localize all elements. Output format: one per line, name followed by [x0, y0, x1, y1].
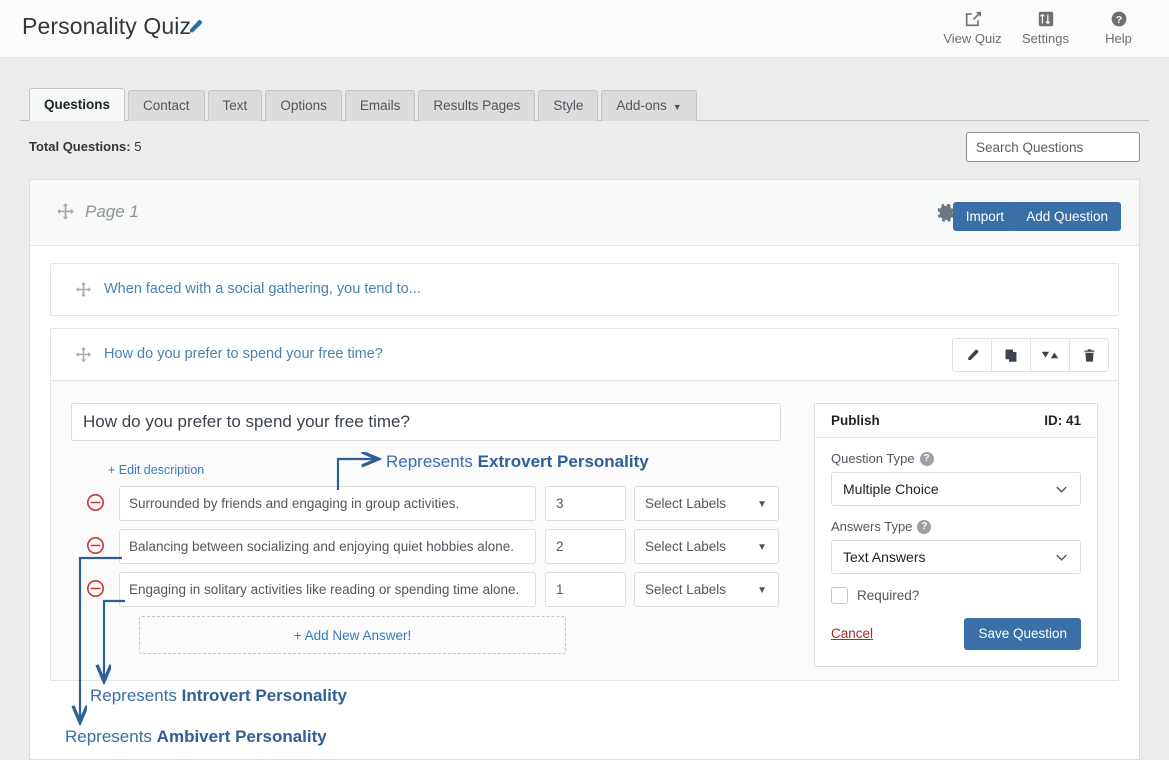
svg-text:?: ?	[1115, 15, 1121, 26]
total-questions-label: Total Questions:	[29, 139, 131, 154]
tab-add-ons[interactable]: Add-ons ▼	[601, 90, 696, 121]
question-row[interactable]: How do you prefer to spend your free tim…	[50, 328, 1119, 381]
total-questions: Total Questions: 5	[29, 139, 141, 154]
answer-text-input[interactable]	[119, 572, 536, 607]
answer-labels-select[interactable]: Select Labels ▼	[634, 486, 779, 521]
minus-circle-icon[interactable]	[86, 579, 105, 598]
answers-type-select[interactable]: Text Answers	[831, 540, 1081, 574]
question-editor: + Edit description Select Labels ▼	[50, 381, 1119, 681]
answer-labels-value: Select Labels	[645, 582, 726, 597]
tab-results-pages[interactable]: Results Pages	[418, 90, 535, 121]
cancel-link[interactable]: Cancel	[831, 626, 873, 641]
publish-body: Question Type ? Multiple Choice Answers …	[815, 438, 1097, 666]
top-bar: Personality Quiz View Quiz Settings	[0, 0, 1169, 58]
move-icon[interactable]	[74, 281, 93, 300]
tab-label: Text	[223, 99, 248, 113]
question-title[interactable]: When faced with a social gathering, you …	[104, 281, 421, 297]
top-nav-label: Help	[1105, 31, 1132, 46]
publish-header: Publish ID: 41	[815, 404, 1097, 438]
top-nav-help[interactable]: ? Help	[1082, 6, 1155, 46]
question-type-select[interactable]: Multiple Choice	[831, 472, 1081, 506]
total-questions-value: 5	[134, 139, 141, 154]
answer-points-input[interactable]	[545, 529, 626, 564]
chevron-down-icon: ▼	[757, 585, 767, 596]
question-circle-icon[interactable]: ?	[920, 452, 934, 466]
pencil-icon[interactable]	[186, 18, 204, 36]
page-header: Page 1 Import Add Question	[30, 180, 1139, 246]
tab-label: Options	[280, 99, 327, 113]
required-label: Required?	[857, 588, 919, 603]
duplicate-question-button[interactable]	[991, 338, 1031, 372]
question-row[interactable]: When faced with a social gathering, you …	[50, 263, 1119, 316]
tab-bar: Questions Contact Text Options Emails Re…	[29, 88, 697, 121]
add-question-button[interactable]: Add Question	[1013, 202, 1121, 231]
sliders-icon	[1037, 10, 1055, 28]
answer-labels-select[interactable]: Select Labels ▼	[634, 572, 779, 607]
move-icon[interactable]	[55, 202, 76, 223]
delete-question-button[interactable]	[1069, 338, 1109, 372]
answer-text-input[interactable]	[119, 529, 536, 564]
tab-label: Emails	[360, 99, 401, 113]
tab-emails[interactable]: Emails	[345, 90, 416, 121]
move-icon[interactable]	[74, 346, 93, 365]
reorder-question-button[interactable]	[1030, 338, 1070, 372]
top-nav-label: View Quiz	[943, 31, 1001, 46]
chevron-down-icon: ▼	[757, 499, 767, 510]
answers-type-label: Answers Type ?	[831, 519, 1081, 534]
answer-points-input[interactable]	[545, 572, 626, 607]
answers-type-value: Text Answers	[843, 549, 925, 565]
publish-title: Publish	[831, 413, 880, 428]
tab-questions[interactable]: Questions	[29, 88, 125, 121]
questions-card: Page 1 Import Add Question When faced wi…	[29, 179, 1140, 760]
tab-label: Questions	[44, 98, 110, 112]
answer-labels-value: Select Labels	[645, 496, 726, 511]
questions-list: When faced with a social gathering, you …	[30, 246, 1139, 681]
required-row: Required?	[831, 587, 1081, 604]
question-type-value: Multiple Choice	[843, 481, 939, 497]
question-circle-icon: ?	[1110, 10, 1128, 28]
page-label: Page 1	[85, 202, 139, 222]
chevron-down-icon: ▼	[673, 103, 682, 112]
question-type-label-text: Question Type	[831, 451, 915, 466]
tab-label: Results Pages	[433, 99, 520, 113]
tab-label: Style	[553, 99, 583, 113]
external-link-icon	[964, 10, 982, 28]
tab-style[interactable]: Style	[538, 90, 598, 121]
question-id: ID: 41	[1044, 413, 1081, 428]
top-nav-view-quiz[interactable]: View Quiz	[936, 6, 1009, 46]
minus-circle-icon[interactable]	[86, 493, 105, 512]
answer-points-input[interactable]	[545, 486, 626, 521]
answers-type-label-text: Answers Type	[831, 519, 912, 534]
tab-label: Contact	[143, 99, 190, 113]
tab-contact[interactable]: Contact	[128, 90, 205, 121]
publish-footer: Cancel Save Question	[831, 618, 1081, 650]
required-checkbox[interactable]	[831, 587, 848, 604]
question-type-label: Question Type ?	[831, 451, 1081, 466]
tab-text[interactable]: Text	[208, 90, 263, 121]
minus-circle-icon[interactable]	[86, 536, 105, 555]
import-button[interactable]: Import	[953, 202, 1017, 231]
chevron-down-icon	[1054, 482, 1069, 500]
question-text-input[interactable]	[71, 403, 781, 441]
edit-description-link[interactable]: + Edit description	[108, 463, 204, 477]
top-nav-label: Settings	[1022, 31, 1069, 46]
tab-options[interactable]: Options	[265, 90, 342, 121]
page-title: Personality Quiz	[22, 13, 191, 40]
question-actions	[953, 338, 1109, 372]
answer-text-input[interactable]	[119, 486, 536, 521]
top-navigation: View Quiz Settings ? Help	[936, 6, 1155, 46]
save-question-button[interactable]: Save Question	[964, 618, 1081, 650]
top-nav-settings[interactable]: Settings	[1009, 6, 1082, 46]
question-circle-icon[interactable]: ?	[917, 520, 931, 534]
search-input[interactable]	[966, 132, 1140, 162]
chevron-down-icon	[1054, 550, 1069, 568]
edit-question-button[interactable]	[952, 338, 992, 372]
chevron-down-icon: ▼	[757, 542, 767, 553]
publish-panel: Publish ID: 41 Question Type ? Multiple …	[814, 403, 1098, 667]
answer-labels-select[interactable]: Select Labels ▼	[634, 529, 779, 564]
question-title[interactable]: How do you prefer to spend your free tim…	[104, 346, 383, 362]
add-new-answer-button[interactable]: + Add New Answer!	[139, 616, 566, 654]
answer-labels-value: Select Labels	[645, 539, 726, 554]
tab-label: Add-ons	[616, 99, 666, 113]
